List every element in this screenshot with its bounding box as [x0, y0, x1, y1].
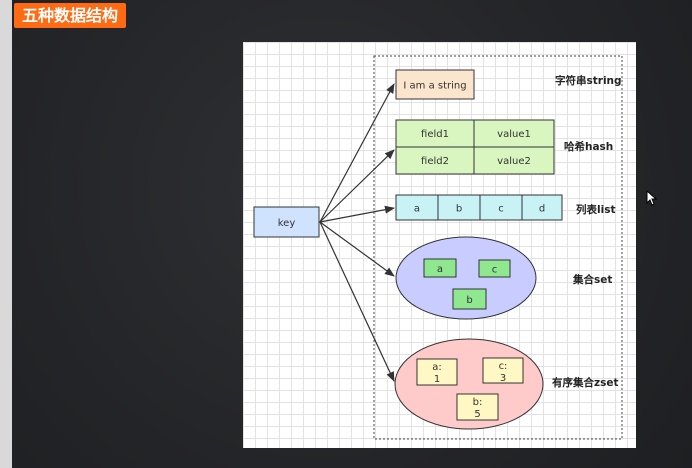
zset-member-name: c: — [499, 361, 508, 372]
zset-score: 5 — [474, 409, 480, 420]
list-item: d — [539, 204, 545, 215]
zset-node: a: 1 c: 3 b: 5 — [394, 338, 544, 430]
page-title: 五种数据结构 — [14, 3, 127, 28]
left-edge-strip — [0, 0, 12, 468]
list-label: 列表list — [576, 203, 615, 216]
set-item: a — [437, 264, 443, 275]
zset-score: 1 — [434, 374, 440, 385]
zset-member-name: b: — [473, 397, 483, 408]
hash-field-1: field1 — [421, 129, 449, 140]
key-label: key — [278, 218, 296, 229]
arrow-to-set — [319, 221, 395, 277]
list-node: a b c d — [395, 194, 563, 221]
zset-member-name: a: — [432, 362, 442, 373]
diagram-canvas: key I am a string 字符串string field1 value… — [243, 42, 636, 448]
list-item: a — [414, 204, 420, 215]
list-item: c — [498, 204, 504, 215]
set-item: c — [492, 265, 498, 276]
key-node: key — [253, 206, 320, 238]
string-node: I am a string — [395, 69, 475, 100]
hash-field-2: field2 — [421, 156, 449, 167]
arrow-to-list — [319, 205, 395, 223]
hash-label: 哈希hash — [564, 140, 613, 153]
set-label: 集合set — [572, 273, 612, 286]
hash-value-2: value2 — [497, 156, 531, 167]
set-node: a c b — [395, 236, 537, 320]
arrow-to-hash — [319, 149, 395, 223]
zset-label: 有序集合zset — [552, 376, 619, 389]
mouse-cursor-icon — [646, 190, 658, 206]
arrows — [319, 83, 395, 382]
hash-node: field1 value1 field2 value2 — [395, 119, 555, 175]
arrow-to-zset — [319, 221, 395, 382]
zset-score: 3 — [500, 373, 506, 384]
arrow-to-string — [319, 83, 395, 223]
string-value: I am a string — [403, 81, 466, 92]
hash-value-1: value1 — [497, 129, 531, 140]
data-structures-diagram: key I am a string 字符串string field1 value… — [253, 55, 623, 440]
string-label: 字符串string — [555, 74, 622, 87]
set-item: b — [466, 295, 472, 306]
list-item: b — [456, 204, 462, 215]
